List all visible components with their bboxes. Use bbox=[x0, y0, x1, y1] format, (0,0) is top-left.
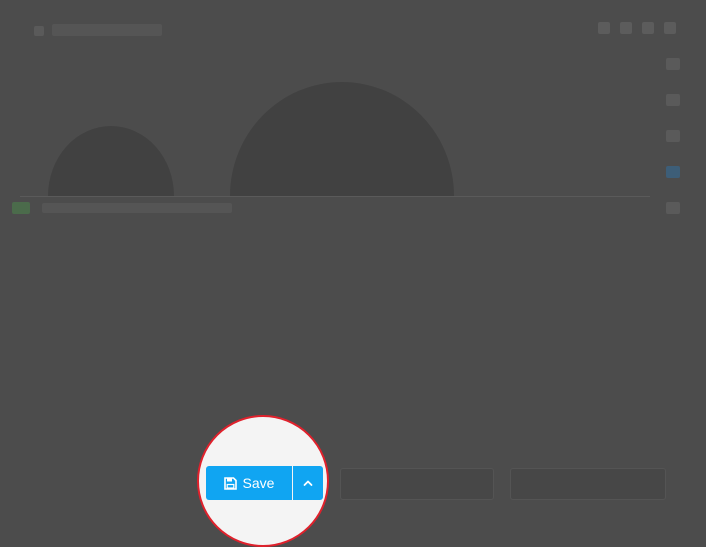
dimmed-button bbox=[510, 468, 666, 500]
save-button-label: Save bbox=[242, 475, 275, 491]
preview-shape bbox=[230, 82, 454, 196]
save-options-toggle[interactable] bbox=[293, 466, 323, 500]
status-indicator bbox=[12, 202, 30, 214]
tool-icon bbox=[664, 22, 676, 34]
floppy-disk-icon bbox=[223, 476, 237, 490]
tool-icon bbox=[666, 130, 680, 142]
active-tool-icon bbox=[666, 166, 680, 178]
app-icon bbox=[34, 26, 44, 36]
tool-icon bbox=[666, 58, 680, 70]
tool-icon bbox=[666, 94, 680, 106]
status-text-placeholder bbox=[42, 203, 232, 213]
status-row bbox=[12, 202, 232, 214]
window-title-placeholder bbox=[52, 24, 162, 36]
tool-icon bbox=[642, 22, 654, 34]
tool-icon bbox=[620, 22, 632, 34]
chevron-up-icon bbox=[303, 479, 313, 487]
save-button-group: Save bbox=[206, 466, 323, 500]
tool-icon bbox=[598, 22, 610, 34]
divider bbox=[20, 196, 650, 197]
top-toolbar bbox=[598, 22, 676, 34]
modal-overlay bbox=[0, 0, 706, 521]
tool-icon bbox=[666, 202, 680, 214]
save-button[interactable]: Save bbox=[206, 466, 292, 500]
preview-canvas bbox=[20, 70, 650, 196]
dimmed-button bbox=[340, 468, 494, 500]
preview-shape bbox=[48, 126, 174, 196]
right-toolbar bbox=[666, 58, 680, 214]
